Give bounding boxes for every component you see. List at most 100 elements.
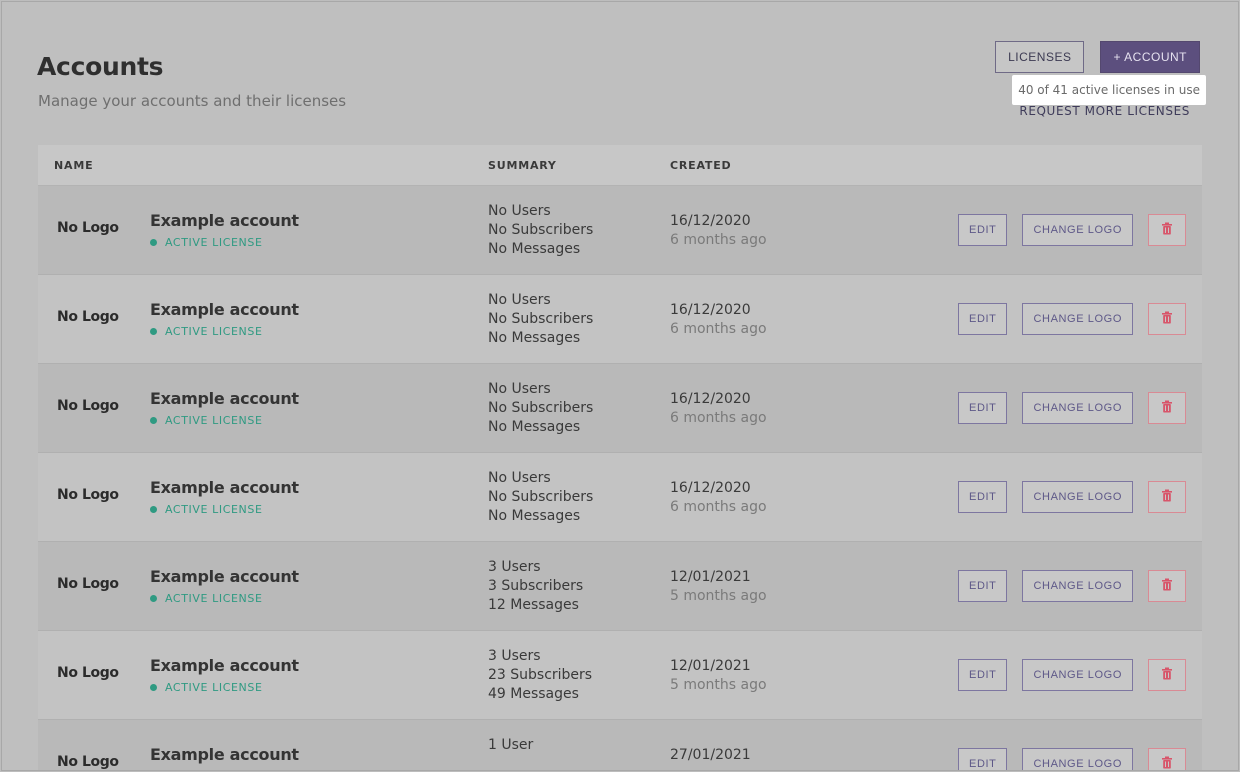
accounts-table: NAME SUMMARY CREATED No Logo Example acc… [38, 145, 1202, 770]
edit-button[interactable]: EDIT [958, 570, 1008, 602]
summary-messages: No Messages [488, 330, 581, 346]
license-status-label: ACTIVE LICENSE [165, 325, 263, 338]
request-more-licenses-link[interactable]: REQUEST MORE LICENSES [1019, 104, 1190, 118]
summary-users: No Users [488, 470, 551, 486]
trash-icon [1161, 756, 1173, 770]
account-name[interactable]: Example account [150, 300, 299, 319]
delete-button[interactable] [1148, 392, 1186, 424]
account-created: 12/01/2021 5 months ago [670, 657, 767, 695]
edit-button[interactable]: EDIT [958, 392, 1008, 424]
change-logo-button[interactable]: CHANGE LOGO [1022, 214, 1133, 246]
account-logo: No Logo [57, 665, 119, 681]
delete-button[interactable] [1148, 303, 1186, 335]
created-date: 16/12/2020 [670, 302, 751, 318]
table-row: No Logo Example account ACTIVE LICENSE N… [38, 275, 1202, 364]
account-created: 27/01/2021 [670, 746, 751, 765]
summary-subscribers: 23 Subscribers [488, 667, 593, 683]
license-status: ACTIVE LICENSE [150, 503, 263, 516]
edit-button[interactable]: EDIT [958, 659, 1008, 691]
trash-icon [1161, 578, 1173, 594]
account-name[interactable]: Example account [150, 745, 299, 764]
change-logo-button[interactable]: CHANGE LOGO [1022, 303, 1133, 335]
created-relative: 6 months ago [670, 410, 767, 426]
change-logo-button[interactable]: CHANGE LOGO [1022, 659, 1133, 691]
account-logo: No Logo [57, 487, 119, 503]
header-actions: LICENSES + ACCOUNT [995, 41, 1200, 73]
license-status: ACTIVE LICENSE [150, 325, 263, 338]
account-logo: No Logo [57, 309, 119, 325]
summary-subscribers: No Subscribers [488, 311, 594, 327]
summary-users: 3 Users [488, 559, 541, 575]
account-name[interactable]: Example account [150, 567, 299, 586]
status-dot-icon [150, 328, 157, 335]
row-actions: EDIT CHANGE LOGO [958, 748, 1186, 770]
account-created: 12/01/2021 5 months ago [670, 568, 767, 606]
created-relative: 5 months ago [670, 588, 767, 604]
account-summary: No Users No Subscribers No Messages [488, 291, 593, 348]
edit-button[interactable]: EDIT [958, 748, 1008, 770]
created-relative: 6 months ago [670, 499, 767, 515]
table-row: No Logo Example account ACTIVE LICENSE 3… [38, 542, 1202, 631]
account-name[interactable]: Example account [150, 211, 299, 230]
trash-icon [1161, 400, 1173, 416]
row-actions: EDIT CHANGE LOGO [958, 392, 1186, 424]
created-relative: 6 months ago [670, 321, 767, 337]
status-dot-icon [150, 239, 157, 246]
table-row: No Logo Example account ACTIVE LICENSE N… [38, 186, 1202, 275]
trash-icon [1161, 222, 1173, 238]
table-header: NAME SUMMARY CREATED [38, 145, 1202, 186]
created-date: 12/01/2021 [670, 658, 751, 674]
license-status: ACTIVE LICENSE [150, 236, 263, 249]
license-status-label: ACTIVE LICENSE [165, 236, 263, 249]
status-dot-icon [150, 417, 157, 424]
account-created: 16/12/2020 6 months ago [670, 479, 767, 517]
page-title: Accounts [37, 52, 164, 81]
app-frame: Accounts Manage your accounts and their … [1, 1, 1239, 771]
summary-messages: 12 Messages [488, 597, 579, 613]
license-status: ACTIVE LICENSE [150, 592, 263, 605]
account-name[interactable]: Example account [150, 656, 299, 675]
summary-messages: 49 Messages [488, 686, 579, 702]
table-row: No Logo Example account ACTIVE LICENSE N… [38, 364, 1202, 453]
row-actions: EDIT CHANGE LOGO [958, 303, 1186, 335]
column-header-name: NAME [54, 159, 94, 172]
summary-subscribers: No Subscribers [488, 222, 594, 238]
licenses-button[interactable]: LICENSES [995, 41, 1085, 73]
license-status-label: ACTIVE LICENSE [165, 681, 263, 694]
license-status-label: ACTIVE LICENSE [165, 414, 263, 427]
license-status-label: ACTIVE LICENSE [165, 503, 263, 516]
summary-subscribers: 3 Subscribers [488, 578, 584, 594]
summary-messages: No Messages [488, 241, 581, 257]
change-logo-button[interactable]: CHANGE LOGO [1022, 481, 1133, 513]
edit-button[interactable]: EDIT [958, 214, 1008, 246]
delete-button[interactable] [1148, 748, 1186, 770]
account-name[interactable]: Example account [150, 478, 299, 497]
change-logo-button[interactable]: CHANGE LOGO [1022, 570, 1133, 602]
edit-button[interactable]: EDIT [958, 481, 1008, 513]
summary-subscribers: No Subscribers [488, 400, 594, 416]
summary-users: No Users [488, 381, 551, 397]
account-summary: 3 Users 23 Subscribers 49 Messages [488, 647, 592, 704]
summary-users: No Users [488, 203, 551, 219]
delete-button[interactable] [1148, 570, 1186, 602]
delete-button[interactable] [1148, 659, 1186, 691]
table-row: No Logo Example account ACTIVE LICENSE N… [38, 453, 1202, 542]
add-account-button[interactable]: + ACCOUNT [1100, 41, 1200, 73]
account-logo: No Logo [57, 576, 119, 592]
created-date: 16/12/2020 [670, 213, 751, 229]
summary-messages: No Messages [488, 508, 581, 524]
license-status-label: ACTIVE LICENSE [165, 592, 263, 605]
delete-button[interactable] [1148, 481, 1186, 513]
row-actions: EDIT CHANGE LOGO [958, 570, 1186, 602]
page-subtitle: Manage your accounts and their licenses [38, 92, 347, 110]
summary-users: No Users [488, 292, 551, 308]
change-logo-button[interactable]: CHANGE LOGO [1022, 748, 1133, 770]
license-status: ACTIVE LICENSE [150, 681, 263, 694]
edit-button[interactable]: EDIT [958, 303, 1008, 335]
trash-icon [1161, 489, 1173, 505]
account-created: 16/12/2020 6 months ago [670, 390, 767, 428]
account-logo: No Logo [57, 398, 119, 414]
account-name[interactable]: Example account [150, 389, 299, 408]
change-logo-button[interactable]: CHANGE LOGO [1022, 392, 1133, 424]
delete-button[interactable] [1148, 214, 1186, 246]
